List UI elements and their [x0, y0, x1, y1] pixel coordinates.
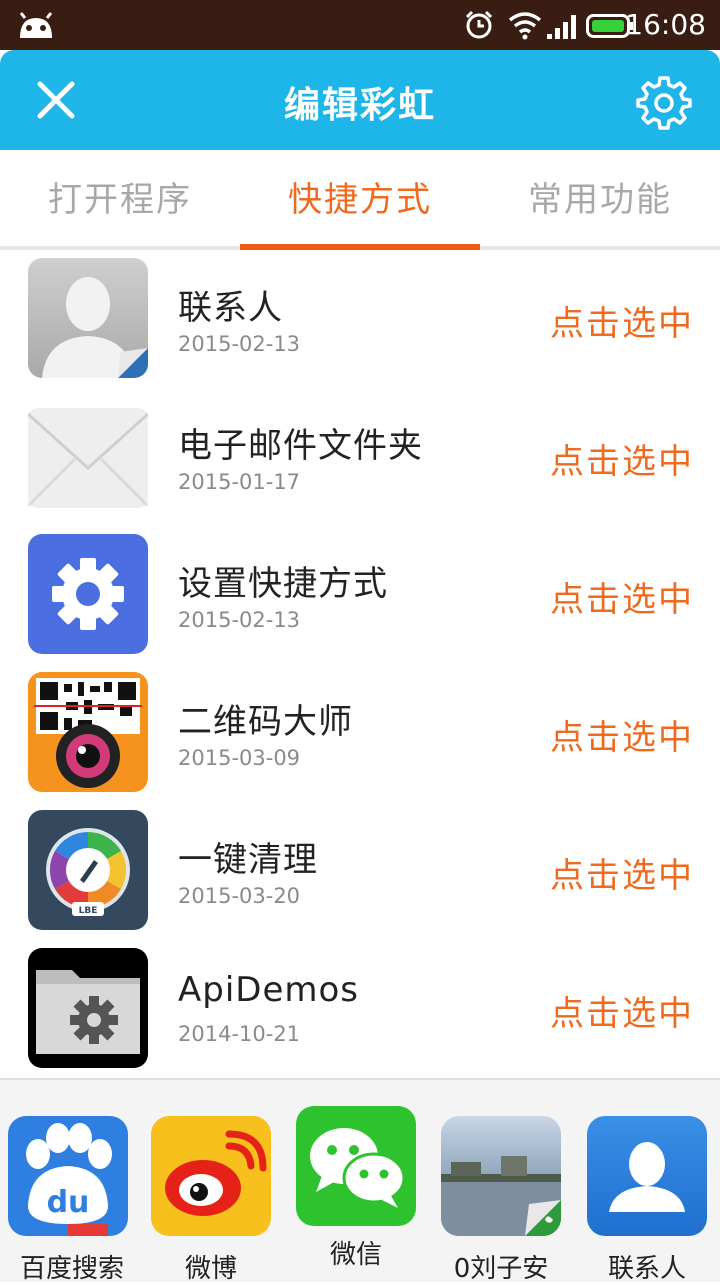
item-title: 电子邮件文件夹 — [178, 426, 423, 466]
item-date: 2015-01-17 — [178, 470, 301, 494]
status-bar: 16:08 — [0, 0, 720, 50]
bottom-dock: du 百度搜索 微博 微信 0刘子安 联系人 — [0, 1078, 720, 1284]
wechat-icon — [296, 1106, 416, 1226]
select-button[interactable]: 点击选中 — [550, 986, 694, 1035]
folder-gear-icon — [28, 948, 148, 1068]
list-item[interactable]: 联系人 2015-02-13 点击选中 — [0, 250, 720, 390]
list-item[interactable]: 电子邮件文件夹 2015-01-17 点击选中 — [0, 388, 720, 528]
cleaner-dial-icon: LBE — [28, 810, 148, 930]
tab-open-apps[interactable]: 打开程序 — [0, 150, 240, 250]
signal-icon — [547, 15, 576, 39]
mail-envelope-icon — [28, 396, 148, 516]
list-item[interactable]: ApiDemos 2014-10-21 点击选中 — [0, 940, 720, 1080]
alarm-icon — [465, 10, 493, 39]
select-button[interactable]: 点击选中 — [550, 296, 694, 345]
select-button[interactable]: 点击选中 — [550, 710, 694, 759]
tab-bar: 打开程序 快捷方式 常用功能 — [0, 150, 720, 250]
qr-camera-icon — [28, 672, 148, 792]
dock-label: 联系人 — [607, 1254, 686, 1284]
dock-label: 百度搜索 — [19, 1254, 124, 1284]
header: 编辑彩虹 — [0, 50, 720, 150]
select-button[interactable]: 点击选中 — [550, 434, 694, 483]
dock-label: 微信 — [329, 1240, 382, 1270]
dock-item-contact-photo[interactable]: 0刘子安 — [429, 1102, 573, 1284]
svg-text:du: du — [47, 1185, 90, 1220]
android-robot-icon — [19, 12, 53, 38]
page-title: 编辑彩虹 — [283, 85, 436, 126]
list-item[interactable]: 设置快捷方式 2015-02-13 点击选中 — [0, 526, 720, 666]
weibo-icon — [151, 1116, 271, 1236]
dock-item-contacts[interactable]: 联系人 — [575, 1102, 719, 1284]
baidu-paw-icon: du — [8, 1116, 128, 1236]
wifi-icon — [508, 12, 542, 40]
item-date: 2015-03-20 — [178, 884, 301, 908]
dock-item-weibo[interactable]: 微博 — [139, 1102, 283, 1284]
select-button[interactable]: 点击选中 — [550, 572, 694, 621]
settings-gear-icon — [28, 534, 148, 654]
dock-label: 0刘子安 — [453, 1254, 549, 1284]
list-item[interactable]: LBE 一键清理 2015-03-20 点击选中 — [0, 802, 720, 942]
select-button[interactable]: 点击选中 — [550, 848, 694, 897]
dock-item-baidu[interactable]: du 百度搜索 — [0, 1102, 144, 1284]
contact-photo-icon — [441, 1116, 561, 1236]
settings-gear-icon[interactable] — [636, 74, 692, 130]
item-title: ApiDemos — [178, 970, 360, 1010]
dock-label: 微博 — [184, 1254, 237, 1284]
contact-icon — [28, 258, 148, 378]
status-time: 16:08 — [625, 8, 706, 41]
list-item[interactable]: 二维码大师 2015-03-09 点击选中 — [0, 664, 720, 804]
item-date: 2015-02-13 — [178, 332, 301, 356]
contacts-icon — [587, 1116, 707, 1236]
item-title: 设置快捷方式 — [178, 564, 388, 604]
item-title: 二维码大师 — [178, 702, 353, 742]
item-title: 联系人 — [178, 288, 283, 328]
tab-shortcuts[interactable]: 快捷方式 — [240, 150, 480, 250]
item-date: 2015-02-13 — [178, 608, 301, 632]
item-date: 2015-03-09 — [178, 746, 301, 770]
item-date: 2014-10-21 — [178, 1022, 301, 1046]
svg-text:LBE: LBE — [79, 906, 98, 916]
tab-common-functions[interactable]: 常用功能 — [480, 150, 720, 250]
item-title: 一键清理 — [178, 840, 318, 880]
dock-item-wechat[interactable]: 微信 — [284, 1102, 428, 1282]
